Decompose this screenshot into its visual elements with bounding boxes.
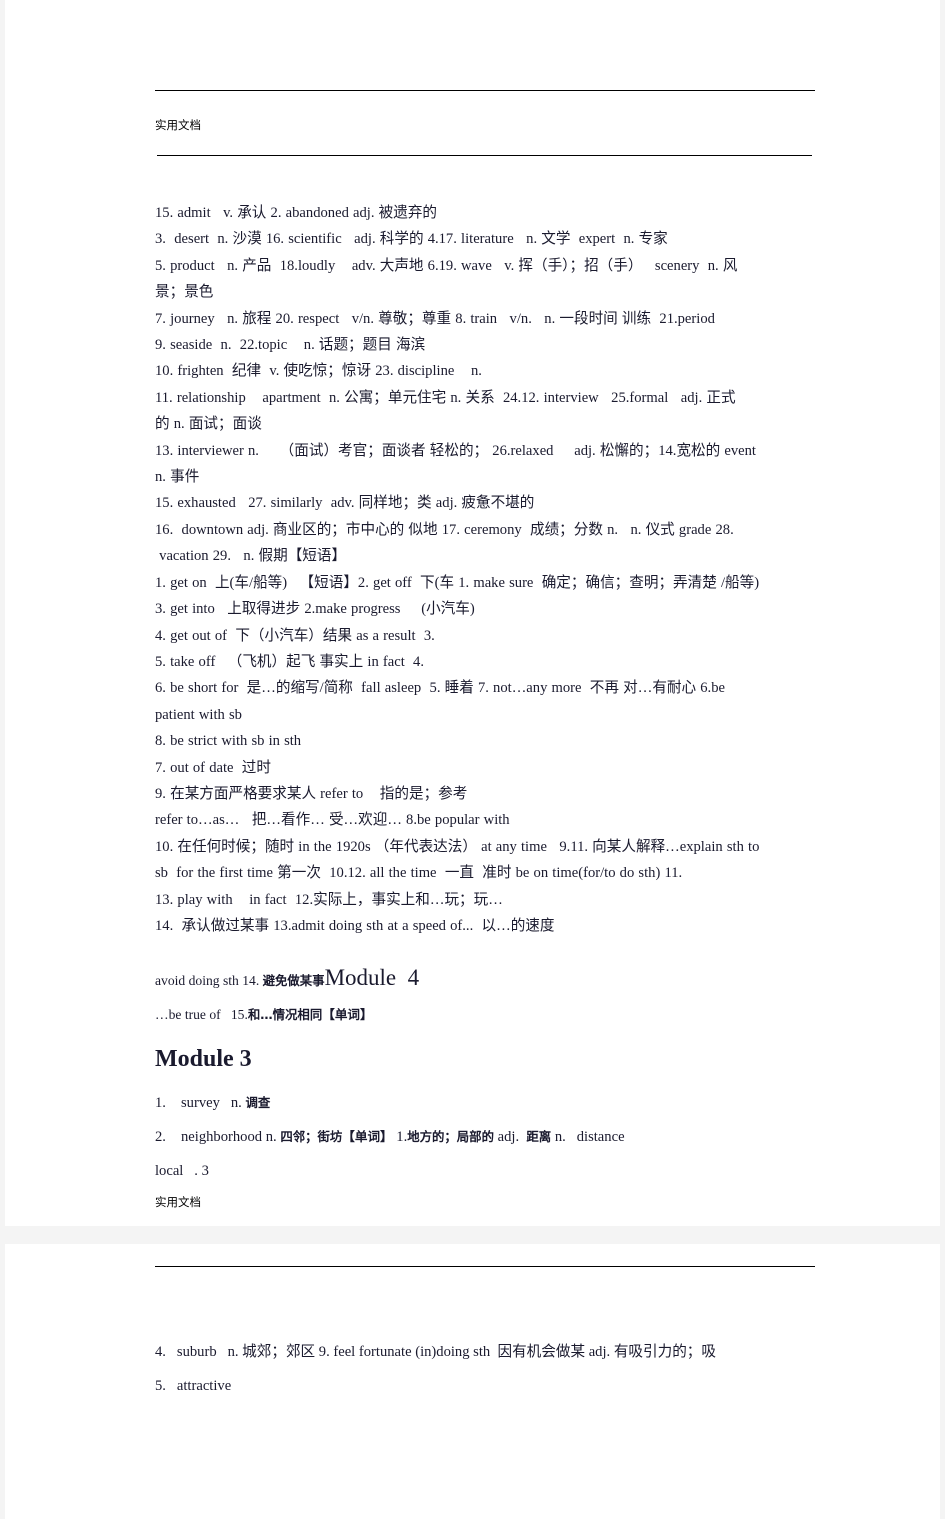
page-break-gap [0, 1226, 945, 1245]
list-number: 1. [155, 1095, 166, 1112]
page-2-header [5, 1244, 940, 1268]
be-true-of-text: …be true of 15. [155, 1007, 248, 1023]
module-4-line-cjk: 避免做某事 [262, 973, 325, 989]
text-line: 16. downtown adj. 商业区的；市中心的 似地 17. cerem… [155, 521, 734, 538]
text-line: 5. product n. 产品 18.loudly adv. 大声地 6.19… [155, 257, 738, 274]
module-3-item: local . 3 [155, 1154, 800, 1188]
list-item-tail: 1. [392, 1129, 408, 1146]
list-item-cjk: 调查 [245, 1095, 271, 1111]
document-page-1: 实用文档 15. admit v. 承认 2. abandoned adj. 被… [5, 0, 940, 1227]
list-item-tail-2: adj. [493, 1129, 527, 1146]
text-line: n. 事件 [155, 469, 200, 486]
be-true-of-line: …be true of 15.和…情况相同【单词】 [155, 998, 800, 1032]
text-line: 10. 在任何时候；随时 in the 1920s （年代表达法） at any… [155, 838, 760, 855]
text-line: 13. interviewer n. （面试）考官；面谈者 轻松的； 26.re… [155, 442, 756, 459]
text-line: 7. journey n. 旅程 20. respect v/n. 尊敬；尊重 … [155, 310, 715, 327]
text-line: 8. be strict with sb in sth [155, 733, 302, 750]
text-line: 景；景色 [155, 284, 214, 301]
document-page-2: 4. suburb n. 城郊；郊区 9. feel fortunate (in… [5, 1244, 940, 1519]
module-3-item: 1. survey n. 调查 [155, 1086, 800, 1120]
text-line: 4. suburb n. 城郊；郊区 9. feel fortunate (in… [155, 1344, 716, 1361]
text-line: 15. exhausted 27. similarly adv. 同样地；类 a… [155, 495, 535, 512]
be-true-of-cjk: 和…情况相同 [247, 1007, 323, 1023]
vocabulary-bracket-label: 【单词】 [322, 1007, 373, 1023]
text-line: 6. be short for 是…的缩写/简称 fall asleep 5. … [155, 680, 725, 697]
module-4-heading: Module 4 [324, 965, 420, 991]
list-item-text: neighborhood n. [181, 1129, 281, 1146]
text-line: 的 n. 面试；面谈 [155, 416, 262, 433]
text-line: 11. relationship apartment n. 公寓；单元住宅 n.… [155, 389, 736, 406]
list-item-tail-3: n. distance [551, 1129, 625, 1146]
module-3-heading: Module 3 [155, 1046, 252, 1073]
text-line: 7. out of date 过时 [155, 759, 271, 776]
page-2-body: 4. suburb n. 城郊；郊区 9. feel fortunate (in… [155, 1267, 800, 1403]
text-line: 9. 在某方面严格要求某人 refer to 指的是；参考 [155, 785, 468, 802]
text-line: 3. get into 上取得进步 2.make progress (小汽车) [155, 601, 475, 618]
text-line: 13. play with in fact 12.实际上，事实上和…玩；玩… [155, 891, 503, 908]
vocabulary-bracket-label: 【单词】 [342, 1129, 393, 1145]
text-line: 10. frighten 纪律 v. 使吃惊；惊讶 23. discipline… [155, 363, 482, 380]
module-3-item: 2. neighborhood n. 四邻；街坊【单词】 1.地方的；局部的 ad… [155, 1120, 800, 1154]
page-1-body: 15. admit v. 承认 2. abandoned adj. 被遗弃的 3… [155, 156, 800, 1188]
avoid-doing-sth-text: avoid doing sth 14. [155, 973, 263, 989]
header-watermark: 实用文档 [155, 118, 201, 132]
text-line: 4. get out of 下（小汽车）结果 as a result 3. [155, 627, 435, 644]
list-item-text: local . 3 [155, 1163, 209, 1180]
text-line: 9. seaside n. 22.topic n. 话题；题目 海滨 [155, 337, 426, 354]
list-item-cjk: 四邻；街坊 [280, 1129, 343, 1145]
list-item-text: survey n. [181, 1095, 246, 1112]
text-line: 1. get on 上(车/船等) 【短语】2. get off 下(车 1. … [155, 574, 760, 591]
footer-watermark: 实用文档 [155, 1195, 201, 1210]
text-line: 15. admit v. 承认 2. abandoned adj. 被遗弃的 [155, 205, 438, 221]
list-item-cjk-3: 距离 [526, 1129, 552, 1145]
page-header: 实用文档 [5, 0, 940, 156]
text-line: 5. take off （飞机）起飞 事实上 in fact 4. [155, 653, 424, 670]
text-line: patient with sb [155, 706, 242, 723]
list-item-cjk-2: 地方的；局部的 [407, 1129, 494, 1145]
text-line: 5. attractive [155, 1378, 232, 1395]
text-line: refer to…as… 把…看作… 受…欢迎… 8.be popular wi… [155, 812, 510, 829]
document-viewport: 实用文档 15. admit v. 承认 2. abandoned adj. 被… [0, 0, 945, 1519]
list-number: 2. [155, 1129, 166, 1146]
text-line: 14. 承认做过某事 13.admit doing sth at a speed… [155, 917, 555, 934]
text-line: vacation 29. n. 假期【短语】 [155, 548, 347, 565]
module-4-line: avoid doing sth 14. 避免做某事Module 4 [155, 961, 800, 998]
text-line: sb for the first time 第一次 10.12. all the… [155, 865, 683, 882]
text-line: 3. desert n. 沙漠 16. scientific adj. 科学的 … [155, 231, 668, 248]
